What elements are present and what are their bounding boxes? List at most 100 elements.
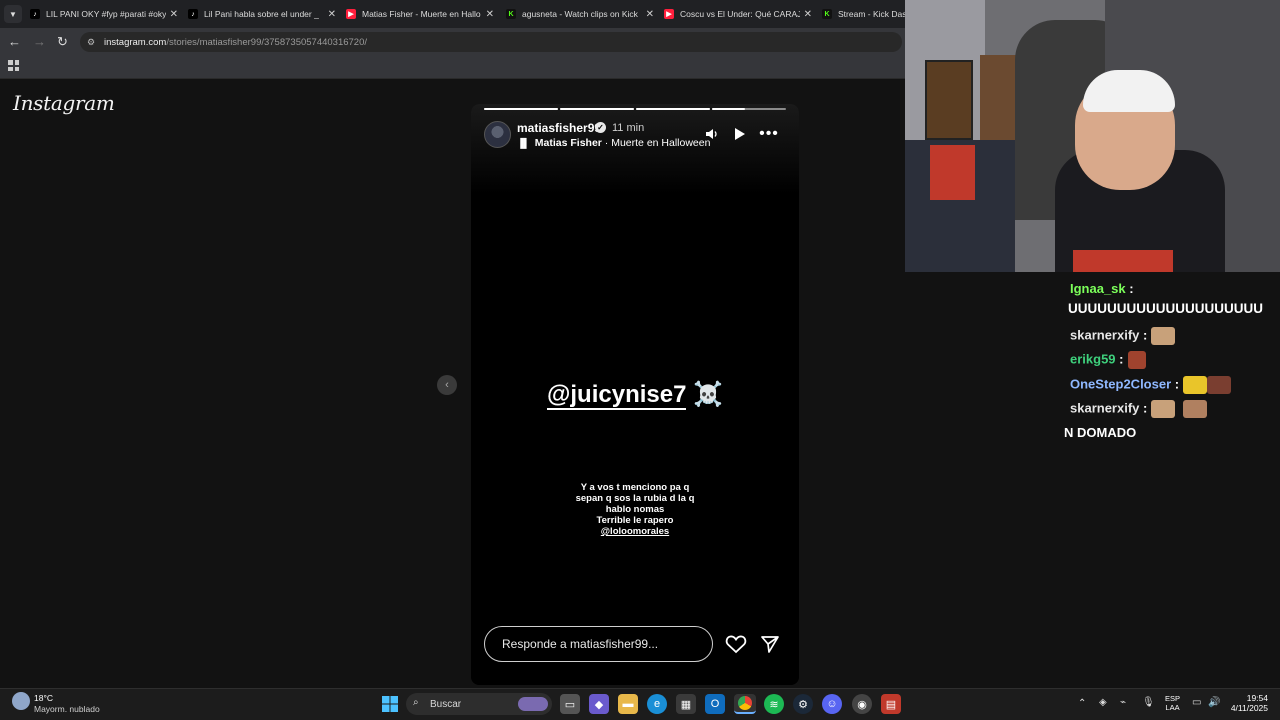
webcam-shirt-logo xyxy=(1073,250,1173,272)
music-separator: · xyxy=(601,137,612,149)
mention-sticker[interactable]: @juicynise7 ☠️ xyxy=(471,380,799,410)
instagram-logo[interactable]: Instagram xyxy=(13,91,115,115)
kick-icon: K xyxy=(506,9,516,19)
site-info-icon[interactable]: ⚙ xyxy=(87,37,97,47)
windows-start-icon[interactable] xyxy=(380,694,400,714)
tab-search-dropdown-button[interactable]: ▼ xyxy=(4,5,22,23)
more-options-icon[interactable]: ••• xyxy=(759,125,779,142)
url-path: /stories/matiasfisher99/3758735057440316… xyxy=(166,36,368,48)
avatar[interactable] xyxy=(484,121,511,148)
file-explorer-icon[interactable]: ▬ xyxy=(618,694,638,714)
previous-story-arrow-icon[interactable]: ‹ xyxy=(437,375,457,395)
browser-tab-1[interactable]: ♪ LIL PANI OKY #fyp #parati #oky ✕ xyxy=(30,4,178,24)
youtube-icon: ▶ xyxy=(346,9,356,19)
browser-tab-3[interactable]: ▶ Matias Fisher - Muerte en Hallo ✕ xyxy=(346,4,494,24)
tab-title: Lil Pani habla sobre el under _ xyxy=(204,9,319,19)
microphone-icon[interactable]: 🎙 xyxy=(1142,697,1155,708)
chat-separator: : xyxy=(1139,327,1148,343)
chat-message-text: UUUUUUUUUUUUUUUUUUUU xyxy=(1068,301,1263,316)
webcam-feed xyxy=(905,0,1280,272)
search-highlight-image xyxy=(518,697,548,711)
browser-tab-5[interactable]: ▶ Coscu vs El Under: Qué CARAJO ✕ xyxy=(664,4,812,24)
address-bar[interactable]: instagram.com/stories/matiasfisher99/375… xyxy=(80,32,902,52)
browser-tab-2[interactable]: ♪ Lil Pani habla sobre el under _ ✕ xyxy=(188,4,336,24)
reply-input[interactable]: Responde a matiasfisher99... xyxy=(484,626,713,662)
close-tab-icon[interactable]: ✕ xyxy=(486,9,494,20)
outlook-icon[interactable]: O xyxy=(705,694,725,714)
weather-cloud-icon[interactable] xyxy=(12,692,30,710)
tiktok-icon: ♪ xyxy=(188,9,198,19)
close-tab-icon[interactable]: ✕ xyxy=(804,9,812,20)
browser-tab-4[interactable]: K agusneta - Watch clips on Kick ✕ xyxy=(506,4,654,24)
tray-app-icon[interactable]: ◈ xyxy=(1099,697,1107,708)
language-indicator[interactable]: ESP LAA xyxy=(1165,694,1180,712)
verified-badge-icon: ✓ xyxy=(595,122,606,133)
discord-icon[interactable]: ☺ xyxy=(822,694,842,714)
task-view-icon[interactable]: ▭ xyxy=(560,694,580,714)
tab-title: Stream - Kick Dash xyxy=(838,9,905,19)
share-send-icon[interactable] xyxy=(758,633,782,655)
chat-emote xyxy=(1127,351,1146,369)
story-progress-segment xyxy=(560,108,634,110)
tab-title: Matias Fisher - Muerte en Hallo xyxy=(362,9,481,19)
tab-title: agusneta - Watch clips on Kick xyxy=(522,9,638,19)
volume-icon[interactable]: 🔊 xyxy=(1208,697,1220,708)
music-title: Muerte en Halloween xyxy=(611,137,711,149)
story-username[interactable]: matiasfisher99 xyxy=(517,121,601,135)
chat-message: Ignaa_sk : xyxy=(1070,281,1134,296)
chrome-icon[interactable] xyxy=(734,694,756,714)
reload-icon[interactable]: ↻ xyxy=(57,34,68,50)
youtube-icon: ▶ xyxy=(664,9,674,19)
webcam-poster xyxy=(925,60,973,140)
apps-grid-icon[interactable] xyxy=(8,60,19,71)
webcam-arcade xyxy=(930,145,975,200)
tab-title: LIL PANI OKY #fyp #parati #oky xyxy=(46,9,166,19)
chat-message: skarnerxify : xyxy=(1070,327,1176,345)
forward-icon[interactable]: → xyxy=(33,34,46,49)
play-icon[interactable] xyxy=(731,126,747,142)
display-icon[interactable]: ▭ xyxy=(1192,697,1201,708)
edge-icon[interactable]: e xyxy=(647,694,667,714)
close-tab-icon[interactable]: ✕ xyxy=(646,9,654,20)
browser-tab-6[interactable]: K Stream - Kick Dash xyxy=(822,4,905,24)
chevron-up-icon[interactable]: ⌃ xyxy=(1078,698,1086,709)
story-music-attribution[interactable]: ▐▌ Matias Fisher · Muerte en Halloween xyxy=(517,137,710,149)
steam-icon[interactable]: ⚙ xyxy=(793,694,813,714)
clock-time: 19:54 xyxy=(1246,693,1268,703)
chat-username: erikg59 xyxy=(1070,351,1116,367)
obs-icon[interactable]: ◉ xyxy=(852,694,872,714)
store-icon[interactable]: ▦ xyxy=(676,694,696,714)
url-host: instagram.com xyxy=(104,36,167,48)
story-caption: Y a vos t menciono pa q sepan q sos la r… xyxy=(471,482,799,537)
keyboard-layout: LAA xyxy=(1165,703,1180,712)
music-bars-icon: ▐▌ xyxy=(517,138,530,148)
like-heart-icon[interactable] xyxy=(724,633,748,655)
chat-emote xyxy=(1207,376,1232,394)
webcam-streamer-cap xyxy=(1083,70,1175,112)
sound-toggle-icon[interactable] xyxy=(704,126,720,142)
story-progress-segment xyxy=(712,108,786,110)
close-tab-icon[interactable]: ✕ xyxy=(328,9,336,20)
caption-mention-link[interactable]: @loloomorales xyxy=(471,526,799,537)
clock-date: 4/11/2025 xyxy=(1230,703,1268,713)
weather-temperature[interactable]: 18°C xyxy=(34,693,53,703)
copilot-icon[interactable]: ◆ xyxy=(589,694,609,714)
music-artist: Matias Fisher xyxy=(534,137,602,149)
caption-line: Terrible le rapero xyxy=(596,515,674,526)
taskbar-clock[interactable]: 19:54 4/11/2025 xyxy=(1230,693,1268,713)
streaming-app-icon[interactable]: ▤ xyxy=(881,694,901,714)
chat-emote xyxy=(1183,400,1208,418)
network-icon[interactable]: ⌁ xyxy=(1120,697,1126,708)
taskbar-search-label: Buscar xyxy=(430,698,462,710)
weather-description[interactable]: Mayorm. nublado xyxy=(34,704,100,714)
chat-emote xyxy=(1183,376,1208,394)
back-icon[interactable]: ← xyxy=(8,34,21,49)
close-tab-icon[interactable]: ✕ xyxy=(170,9,178,20)
language-code: ESP xyxy=(1165,694,1181,703)
spotify-icon[interactable]: ≋ xyxy=(764,694,784,714)
chat-separator: : xyxy=(1115,351,1124,367)
story-header-gradient xyxy=(471,104,799,194)
windows-taskbar xyxy=(0,688,1280,720)
chat-message-fragment: N DOMADO xyxy=(1064,425,1137,440)
story-timestamp: 11 min xyxy=(612,122,645,134)
